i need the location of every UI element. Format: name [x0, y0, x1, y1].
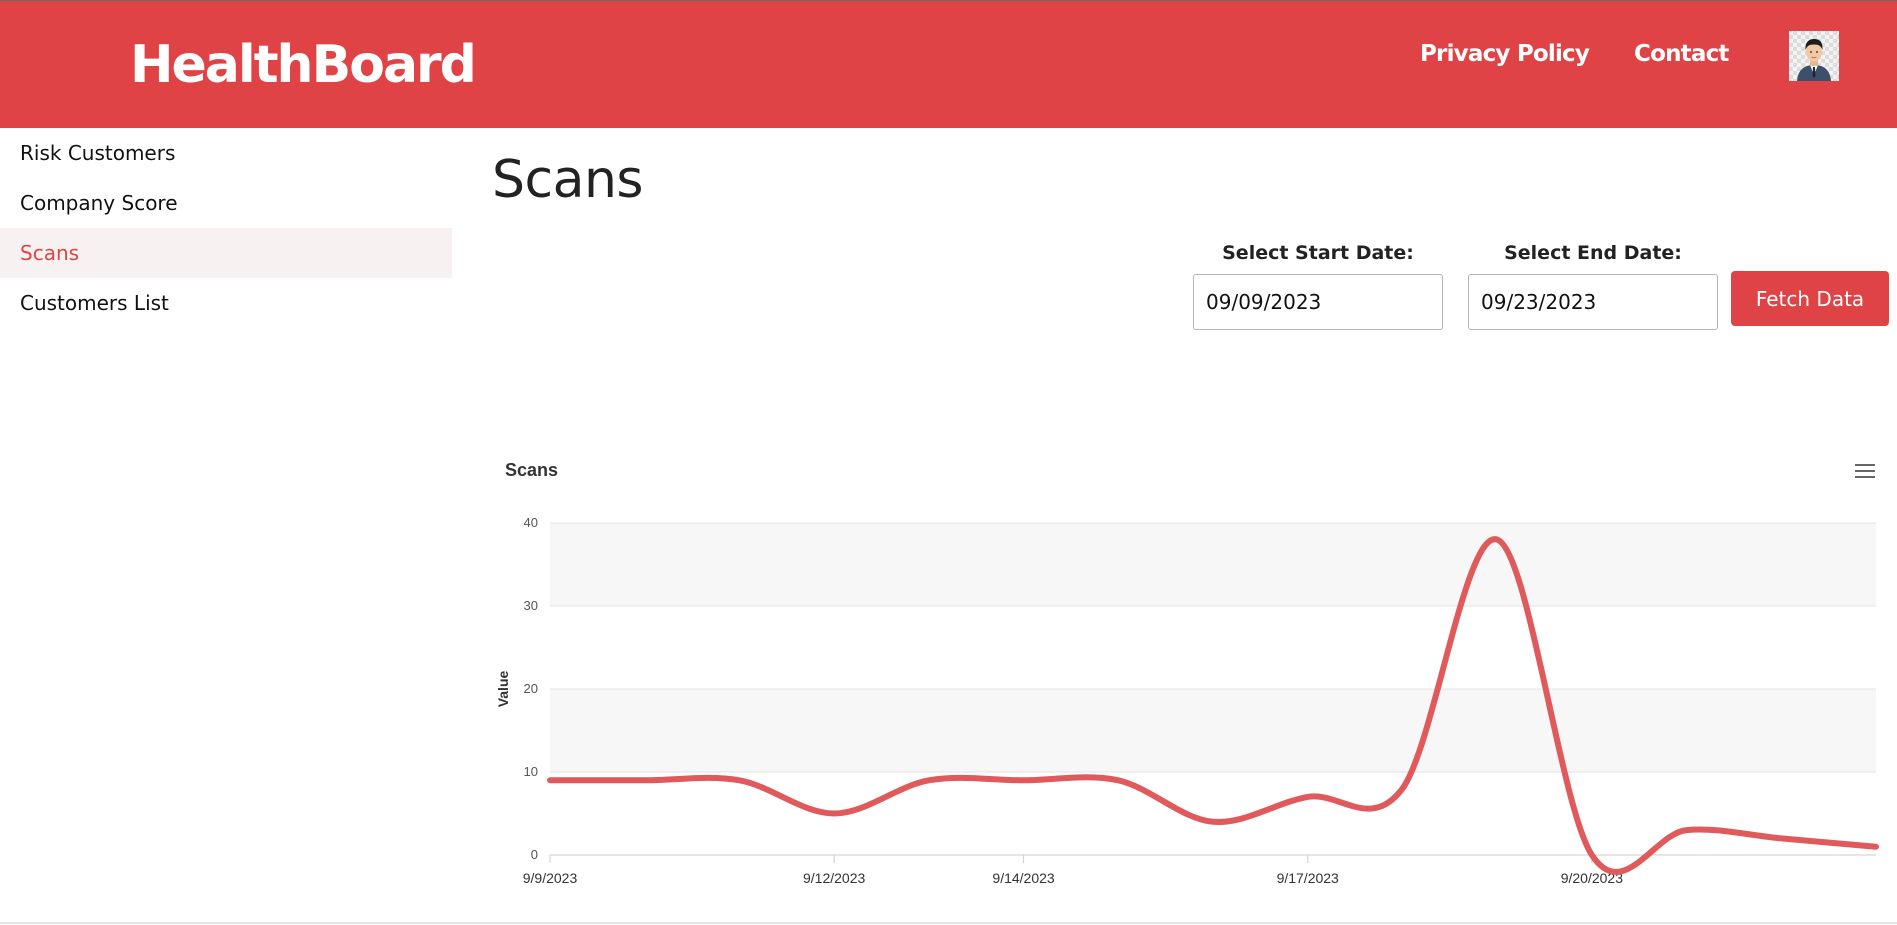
nav-contact[interactable]: Contact — [1634, 41, 1729, 67]
start-date-label: Select Start Date: — [1222, 242, 1414, 264]
scans-chart: Scans 0 10 20 30 40 Value 9/9/2023 9/12/2023 9/1… — [490, 450, 1890, 910]
y-tick-label: 0 — [531, 847, 538, 862]
plot-band — [550, 523, 1876, 606]
sidebar: Risk Customers Company Score Scans Custo… — [0, 128, 452, 328]
y-tick-label: 20 — [524, 681, 538, 696]
x-tick-label: 9/14/2023 — [992, 870, 1054, 886]
sidebar-item-customers-list[interactable]: Customers List — [0, 278, 452, 328]
brand-logo[interactable]: HealthBoard — [130, 35, 477, 95]
nav-privacy-policy[interactable]: Privacy Policy — [1420, 41, 1590, 67]
start-date-input[interactable] — [1193, 274, 1443, 330]
y-axis-title: Value — [495, 671, 511, 708]
chart-plot: 0 10 20 30 40 Value 9/9/2023 9/12/2023 9/14/2023… — [495, 515, 1879, 886]
end-date-input[interactable] — [1468, 274, 1718, 330]
x-tick-label: 9/12/2023 — [803, 870, 865, 886]
top-navbar: HealthBoard Privacy Policy Contact — [0, 0, 1897, 128]
sidebar-item-risk-customers[interactable]: Risk Customers — [0, 128, 452, 178]
user-avatar-icon[interactable] — [1789, 31, 1839, 81]
y-tick-label: 40 — [524, 515, 538, 530]
y-tick-label: 30 — [524, 598, 538, 613]
plot-band — [550, 689, 1876, 772]
end-date-label: Select End Date: — [1504, 242, 1682, 264]
hamburger-menu-icon[interactable] — [1855, 464, 1875, 480]
page-title: Scans — [492, 150, 644, 210]
fetch-data-button[interactable]: Fetch Data — [1731, 271, 1889, 326]
sidebar-item-scans[interactable]: Scans — [0, 228, 452, 278]
x-tick-label: 9/17/2023 — [1277, 870, 1339, 886]
page-divider — [0, 922, 1897, 924]
x-tick-label: 9/9/2023 — [523, 870, 578, 886]
y-tick-label: 10 — [524, 764, 538, 779]
chart-title: Scans — [505, 460, 559, 480]
sidebar-item-company-score[interactable]: Company Score — [0, 178, 452, 228]
